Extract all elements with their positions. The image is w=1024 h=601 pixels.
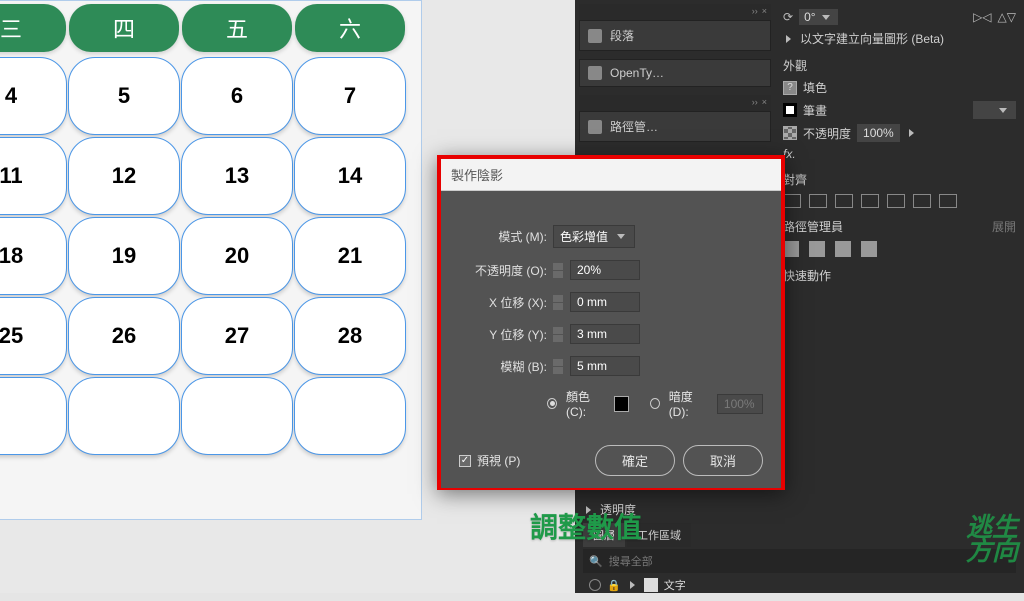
panel-tabs[interactable]: ››×	[579, 95, 771, 111]
opacity-input[interactable]: 20%	[570, 260, 640, 280]
pathfinder-expand[interactable]: 展開	[992, 218, 1016, 235]
lower-panels: 透明度 圖層 工作區域 🔍 搜尋全部 🔒 文字	[575, 492, 1024, 601]
spinner-icon[interactable]	[553, 295, 563, 310]
chevron-right-icon[interactable]	[909, 129, 914, 137]
appearance-section-title: 外觀	[783, 57, 1016, 74]
darkness-input: 100%	[717, 394, 763, 414]
layer-search[interactable]: 🔍 搜尋全部	[583, 549, 1016, 573]
align-bottom-icon[interactable]	[913, 194, 931, 208]
x-offset-input[interactable]: 0 mm	[570, 292, 640, 312]
align-left-icon[interactable]	[783, 194, 801, 208]
blur-label: 模糊 (B):	[459, 358, 547, 375]
opacity-label: 不透明度 (O):	[459, 262, 547, 279]
tutorial-annotation: 調整數值	[530, 506, 642, 546]
watermark: 逃生 方向	[966, 516, 1018, 563]
opentype-icon	[588, 66, 602, 80]
fill-label: 填色	[803, 79, 827, 96]
visibility-icon[interactable]	[589, 579, 601, 591]
panel-label: 路徑管…	[610, 118, 658, 135]
cancel-button[interactable]: 取消	[683, 445, 763, 476]
lock-icon[interactable]: 🔒	[607, 579, 621, 592]
ok-button[interactable]: 確定	[595, 445, 675, 476]
chevron-right-icon	[786, 35, 791, 43]
y-offset-input[interactable]: 3 mm	[570, 324, 640, 344]
opacity-swatch-icon[interactable]	[783, 126, 797, 140]
pf-unite-icon[interactable]	[783, 241, 799, 257]
text-vector-label: 以文字建立向量圖形 (Beta)	[800, 30, 944, 47]
spinner-icon[interactable]	[553, 263, 563, 278]
panel-tabs[interactable]: ››×	[579, 4, 771, 20]
opacity-input[interactable]: 100%	[857, 124, 900, 142]
layer-name: 文字	[664, 577, 686, 593]
paragraph-panel-button[interactable]: 段落	[579, 20, 771, 51]
stroke-label: 筆畫	[803, 102, 827, 119]
layer-panel-tabs: 圖層 工作區域	[583, 523, 1016, 547]
pathfinder-panel-button[interactable]: 路徑管…	[579, 111, 771, 142]
align-buttons-row	[783, 194, 1016, 208]
color-radio[interactable]	[547, 398, 557, 409]
pathfinder-buttons-row	[783, 241, 1016, 257]
pathfinder-section-title: 路徑管理員	[783, 218, 843, 235]
x-offset-label: X 位移 (X):	[459, 294, 547, 311]
shadow-color-swatch[interactable]	[614, 396, 628, 412]
calendar-artboard[interactable]: 三 四 五 六 4 5 6 7 11 12 13 14 18 19 20 21 …	[0, 0, 422, 520]
pathfinder-icon	[588, 120, 602, 134]
layer-row[interactable]: 🔒 文字	[583, 573, 1016, 597]
selection-outline	[0, 1, 421, 519]
dialog-title: 製作陰影	[441, 159, 781, 191]
blur-input[interactable]: 5 mm	[570, 356, 640, 376]
opacity-label: 不透明度	[803, 125, 851, 142]
spinner-icon[interactable]	[553, 327, 563, 342]
search-placeholder: 搜尋全部	[609, 553, 653, 569]
stroke-weight-input[interactable]	[973, 101, 1016, 119]
align-top-icon[interactable]	[861, 194, 879, 208]
chevron-right-icon[interactable]	[630, 581, 635, 589]
pf-minus-icon[interactable]	[809, 241, 825, 257]
align-hcenter-icon[interactable]	[809, 194, 827, 208]
fill-unknown-icon[interactable]: ?	[783, 81, 797, 95]
angle-icon: ⟳	[783, 10, 793, 24]
flip-h-icon[interactable]: ▷◁	[973, 10, 991, 24]
paragraph-icon	[588, 29, 602, 43]
panel-label: 段落	[610, 27, 634, 44]
blend-mode-select[interactable]: 色彩增值	[553, 225, 635, 248]
preview-label: 預視 (P)	[477, 452, 520, 469]
chevron-down-icon	[617, 234, 625, 239]
align-section-title: 對齊	[783, 171, 1016, 188]
floating-panels-column: ››× 段落 OpenTy… ››× 路徑管…	[575, 0, 775, 160]
properties-panel: ⟳ 0° ▷◁ △▽ 以文字建立向量圖形 (Beta) 外觀 ? 填色 筆畫	[775, 0, 1024, 160]
darkness-label: 暗度 (D):	[669, 388, 711, 419]
opentype-panel-button[interactable]: OpenTy…	[579, 59, 771, 87]
transparency-collapsed-row[interactable]: 透明度	[583, 501, 1016, 518]
pf-intersect-icon[interactable]	[835, 241, 851, 257]
y-offset-label: Y 位移 (Y):	[459, 326, 547, 343]
pf-exclude-icon[interactable]	[861, 241, 877, 257]
panel-label: OpenTy…	[610, 66, 664, 80]
darkness-radio[interactable]	[650, 398, 660, 409]
drop-shadow-dialog: 製作陰影 模式 (M): 色彩增值 不透明度 (O): 20% X 位移 (X)…	[437, 155, 785, 490]
mode-label: 模式 (M):	[459, 228, 547, 245]
distribute-icon[interactable]	[939, 194, 957, 208]
align-vcenter-icon[interactable]	[887, 194, 905, 208]
preview-checkbox[interactable]: ✓ 預視 (P)	[459, 452, 520, 469]
quick-actions-title: 快速動作	[783, 267, 1016, 284]
checkbox-icon: ✓	[459, 455, 471, 467]
spinner-icon[interactable]	[553, 359, 563, 374]
layer-thumb-icon	[644, 578, 658, 592]
color-label: 顏色 (C):	[566, 388, 608, 419]
flip-v-icon[interactable]: △▽	[998, 10, 1016, 24]
stroke-swatch[interactable]	[783, 103, 797, 117]
text-vector-row[interactable]: 以文字建立向量圖形 (Beta)	[783, 30, 1016, 47]
search-icon: 🔍	[589, 555, 603, 568]
rotate-input[interactable]: 0°	[799, 9, 837, 25]
align-right-icon[interactable]	[835, 194, 853, 208]
